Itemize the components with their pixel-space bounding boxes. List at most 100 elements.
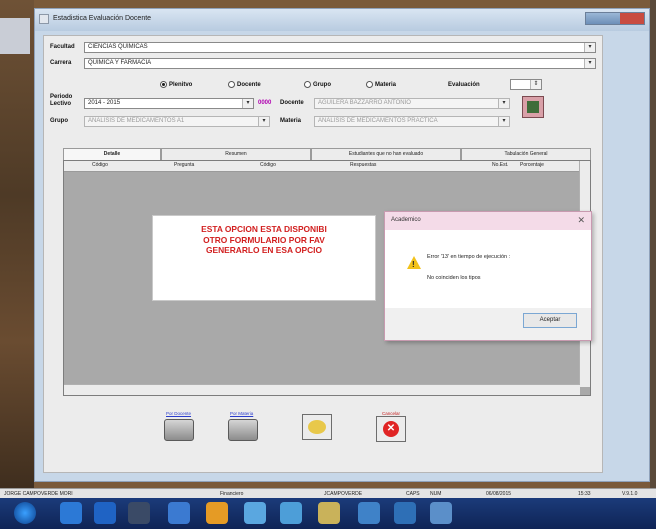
carrera-value: QUIMICA Y FARMACIA — [88, 60, 152, 66]
app-icon — [39, 14, 49, 24]
ok-button[interactable]: Aceptar — [523, 313, 577, 328]
start-button-icon[interactable] — [14, 502, 36, 524]
facultad-select[interactable]: CIENCIAS QUIMICAS ▾ — [84, 42, 596, 53]
col-header-no-est: No.Est. — [492, 162, 509, 168]
radio-grupo[interactable]: Grupo — [304, 81, 331, 88]
cancel-button[interactable]: ✕ — [376, 416, 406, 442]
generate-report-button[interactable] — [522, 96, 544, 118]
materia-select[interactable]: ANALISIS DE MEDICAMENTOS PRACTICA ▾ — [314, 116, 510, 127]
col-header-codigo: Código — [92, 162, 108, 168]
close-icon[interactable]: ✕ — [577, 215, 585, 226]
taskbar-app-icon[interactable] — [168, 502, 190, 524]
taskbar-app-icon[interactable] — [318, 502, 340, 524]
docente-value: AGUILERA BAZZARRO ANTONIO — [318, 100, 411, 106]
status-user: JORGE CAMPOVERDE MORI — [4, 491, 73, 497]
folder-icon[interactable] — [206, 502, 228, 524]
chevron-down-icon[interactable]: ▾ — [242, 99, 253, 108]
desktop-background — [0, 0, 34, 488]
periodo-badge: 0000 — [258, 100, 272, 106]
window-controls[interactable] — [585, 12, 645, 25]
radio-dot-icon — [160, 81, 167, 88]
notice-line-2: OTRO FORMULARIO POR FAV — [203, 234, 325, 245]
facultad-label: Facultad — [50, 44, 75, 50]
print-materia-button[interactable] — [228, 419, 258, 441]
grupo-select[interactable]: ANALISIS DE MEDICAMENTOS A1 ▾ — [84, 116, 270, 127]
status-version: V.9.1.0 — [622, 491, 638, 497]
taskbar-app-icon[interactable] — [358, 502, 380, 524]
tab-tabulacion[interactable]: Tabulación General — [461, 148, 591, 160]
facultad-value: CIENCIAS QUIMICAS — [88, 44, 148, 50]
report-icon — [527, 101, 539, 113]
grid-horizontal-scrollbar[interactable] — [64, 384, 580, 395]
radio-dot-icon — [366, 81, 373, 88]
taskbar-app-icon[interactable] — [394, 502, 416, 524]
carrera-label: Carrera — [50, 60, 72, 66]
taskbar-app-icon[interactable] — [280, 502, 302, 524]
taskbar-app-icon[interactable] — [128, 502, 150, 524]
tab-estudiantes[interactable]: Estudiantes que no han evaluado — [311, 148, 461, 160]
col-header-codigo-2: Código — [260, 162, 276, 168]
periodo-value: 2014 - 2015 — [88, 100, 121, 106]
dialog-titlebar[interactable]: Academico ✕ — [385, 212, 591, 230]
status-time: 15:33 — [578, 491, 591, 497]
grid-header: Código Pregunta Código Respuestas No.Est… — [64, 161, 580, 172]
periodo-select[interactable]: 2014 - 2015 ▾ — [84, 98, 254, 109]
viewer-icon — [308, 420, 326, 434]
print-docente-caption: Por Docente — [166, 411, 192, 416]
status-num: NUM — [430, 491, 442, 497]
docente-select[interactable]: AGUILERA BAZZARRO ANTONIO ▾ — [314, 98, 510, 109]
status-caps: CAPS — [406, 491, 420, 497]
tab-resumen[interactable]: Resumen — [161, 148, 311, 160]
grupo-value: ANALISIS DE MEDICAMENTOS A1 — [88, 118, 185, 124]
view-report-button[interactable] — [302, 414, 332, 440]
close-window-button[interactable] — [620, 13, 644, 24]
error-dialog: Academico ✕ ! Error '13' en tiempo de ej… — [384, 211, 592, 341]
print-materia-caption: Por Materia — [230, 411, 254, 416]
taskbar-app-icon[interactable] — [244, 502, 266, 524]
col-header-pregunta: Pregunta — [174, 162, 195, 168]
radio-plenitvo[interactable]: Plenitvo — [160, 81, 192, 88]
cancel-x-icon: ✕ — [383, 421, 399, 437]
tab-strip: Detalle Resumen Estudiantes que no han e… — [63, 148, 591, 160]
chevron-down-icon[interactable]: ▾ — [498, 99, 509, 108]
col-header-respuestas: Respuestas — [350, 162, 377, 168]
desktop-edge — [650, 0, 656, 488]
dialog-message-2: No coinciden los tipos — [427, 275, 481, 281]
radio-docente[interactable]: Docente — [228, 81, 261, 88]
spinner-arrows-icon[interactable]: ⇕ — [530, 80, 541, 89]
tab-detalle[interactable]: Detalle — [63, 148, 161, 160]
dialog-title: Academico — [391, 217, 421, 223]
desktop-panel — [0, 18, 30, 54]
docente-label: Docente — [280, 100, 304, 106]
notice-line-1: ESTA OPCION ESTA DISPONIBI — [201, 224, 327, 234]
chevron-down-icon[interactable]: ▾ — [584, 43, 595, 52]
taskbar-app-icon[interactable] — [430, 502, 452, 524]
status-login: JCAMPOVERDE — [324, 491, 363, 497]
radio-dot-icon — [228, 81, 235, 88]
status-date: 06/08/2015 — [486, 491, 512, 497]
warning-icon-mark: ! — [412, 260, 415, 269]
chevron-down-icon[interactable]: ▾ — [584, 59, 595, 68]
radio-dot-icon — [304, 81, 311, 88]
notice-line-3: GENERARLO EN ESA OPCIO — [205, 245, 323, 255]
window-titlebar[interactable]: Estadistica Evaluación Docente — [35, 9, 649, 31]
periodo-label: Periodo Lectivo — [50, 94, 73, 107]
internet-explorer-icon[interactable] — [94, 502, 116, 524]
chevron-down-icon[interactable]: ▾ — [498, 117, 509, 126]
chevron-down-icon[interactable]: ▾ — [258, 117, 269, 126]
evaluacion-label: Evaluación — [448, 82, 480, 88]
media-player-icon[interactable] — [60, 502, 82, 524]
radio-materia[interactable]: Materia — [366, 81, 396, 88]
carrera-select[interactable]: QUIMICA Y FARMACIA ▾ — [84, 58, 596, 69]
windows-taskbar — [0, 498, 656, 529]
materia-label: Materia — [280, 118, 302, 124]
col-header-porcentaje: Porcentaje — [520, 162, 544, 168]
status-module: Financiero — [220, 491, 244, 497]
evaluacion-spinner[interactable]: ⇕ — [510, 79, 542, 90]
print-docente-button[interactable] — [164, 419, 194, 441]
window-title: Estadistica Evaluación Docente — [53, 15, 152, 22]
grupo-label: Grupo — [50, 118, 68, 124]
dialog-message-1: Error '13' en tiempo de ejecución : — [427, 254, 511, 260]
materia-value: ANALISIS DE MEDICAMENTOS PRACTICA — [318, 118, 438, 124]
notice-panel: ESTA OPCION ESTA DISPONIBI OTRO FORMULAR… — [152, 215, 376, 301]
